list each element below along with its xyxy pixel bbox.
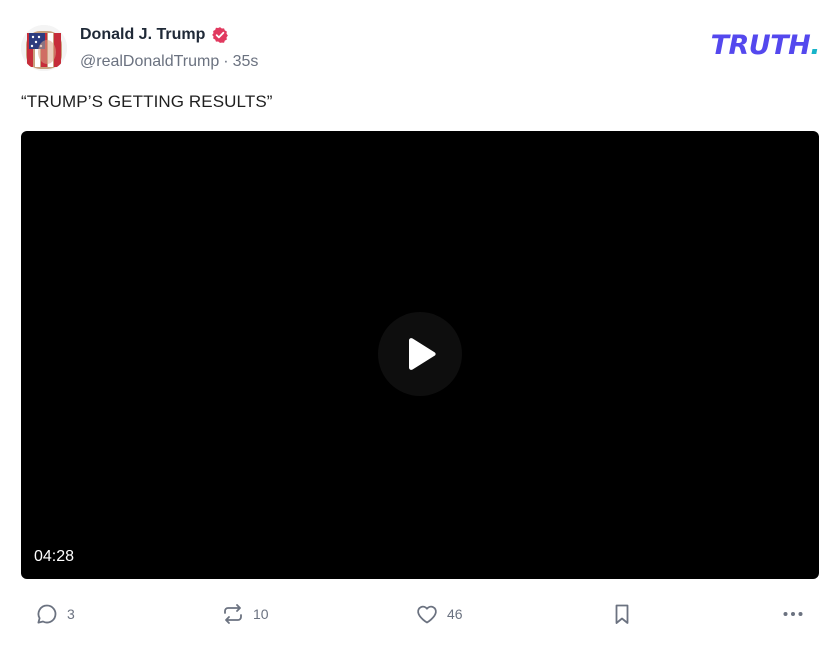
play-button[interactable] [378, 312, 462, 396]
bookmark-icon [615, 604, 629, 624]
truth-post: Donald J. Trump @realDonaldTrump · 35s T… [0, 0, 840, 649]
video-duration: 04:28 [34, 548, 75, 565]
logo-text: TRUTH [710, 30, 811, 61]
logo-dot: . [810, 30, 820, 61]
more-icon [783, 612, 803, 616]
heart-icon [417, 605, 437, 624]
play-icon [409, 338, 436, 370]
author-avatar[interactable] [21, 25, 67, 71]
author-meta-row: @realDonaldTrump · 35s [80, 51, 258, 73]
author-display-name[interactable]: Donald J. Trump [80, 26, 205, 44]
more-options-button[interactable] [781, 600, 805, 628]
repost-button[interactable]: 10 [221, 600, 269, 628]
bookmark-button[interactable] [610, 600, 634, 628]
like-button[interactable]: 46 [415, 600, 463, 628]
like-count: 46 [447, 606, 463, 622]
repost-icon [224, 604, 242, 624]
reply-icon [37, 604, 57, 624]
post-text: “TRUMP’S GETTING RESULTS” [21, 92, 273, 111]
meta-separator: · [223, 53, 229, 70]
repost-count: 10 [253, 606, 269, 622]
truth-logo[interactable]: TRUTH. [710, 30, 821, 61]
reply-button[interactable]: 3 [35, 600, 75, 628]
video-player[interactable]: 04:28 [21, 131, 819, 579]
post-actions: 3 10 46 [0, 600, 840, 628]
post-timestamp[interactable]: 35s [233, 53, 259, 71]
author-handle[interactable]: @realDonaldTrump [80, 53, 219, 71]
avatar-image [21, 25, 67, 71]
reply-count: 3 [67, 606, 75, 622]
verified-badge-icon [211, 26, 229, 44]
author-name-row: Donald J. Trump [80, 24, 229, 46]
